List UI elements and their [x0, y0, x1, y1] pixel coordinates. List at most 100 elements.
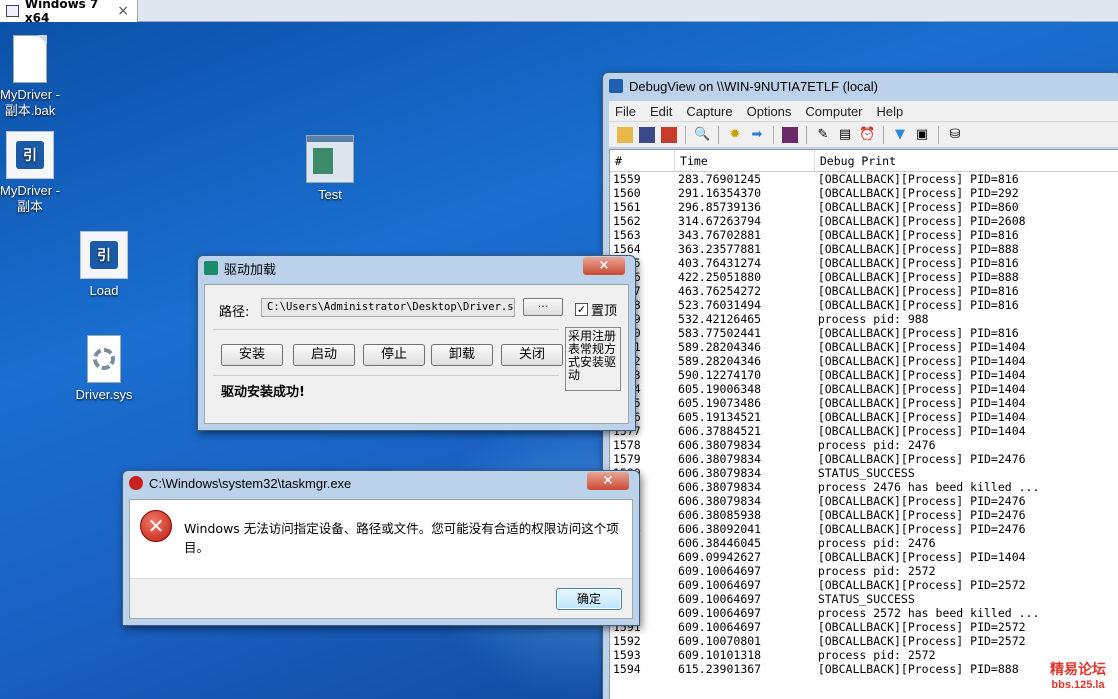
log-row[interactable]: 1580606.38079834STATUS_SUCCESS [610, 466, 1118, 480]
open-icon[interactable] [617, 126, 633, 143]
log-row[interactable]: 1578 606.38079834 process pid: 2476 [610, 438, 1118, 452]
start-button[interactable]: 启动 [293, 344, 355, 366]
save-icon[interactable] [639, 126, 655, 143]
log-row[interactable]: 1565403.76431274[OBCALLBACK][Process] PI… [610, 256, 1118, 270]
log-row[interactable]: 1577 606.37884521 [OBCALLBACK][Process] PI… [610, 424, 1118, 438]
column-header-debug-print[interactable]: Debug Print [815, 150, 1118, 171]
log-row[interactable]: 1564 363.23577881 [OBCALLBACK][Process] PI… [610, 242, 1118, 256]
history-icon[interactable]: ▤ [837, 127, 853, 143]
log-row[interactable]: 1576605.19134521[OBCALLBACK][Process] PI… [610, 410, 1118, 424]
log-row[interactable]: 1585606.38446045process pid: 2476 [610, 536, 1118, 550]
log-time: 606.38092041 [678, 522, 762, 536]
loader-app-icon [204, 261, 218, 275]
debugview-log-list[interactable]: # Time Debug Print 1559 283.76901245 [OBCA… [609, 149, 1118, 699]
log-number: 1593 [613, 648, 641, 662]
log-row[interactable]: 1586609.09942627[OBCALLBACK][Process] PI… [610, 550, 1118, 564]
log-row[interactable]: 1593 609.10101318 process pid: 2572 [610, 648, 1118, 662]
menu-file[interactable]: File [615, 104, 636, 119]
log-row[interactable]: 1569532.42126465process pid: 988 [610, 312, 1118, 326]
log-message: [OBCALLBACK][Process] PID=888 [817, 270, 1019, 284]
log-message: [OBCALLBACK][Process] PID=1404 [817, 368, 1026, 382]
desktop-icon-driver-sys[interactable]: Driver.sys [68, 335, 140, 403]
error-dialog-close-button[interactable]: × [587, 472, 629, 490]
log-row[interactable]: 1571589.28204346[OBCALLBACK][Process] PI… [610, 340, 1118, 354]
topmost-checkbox[interactable]: ✓ 置顶 [575, 300, 617, 319]
binoculars-icon[interactable]: ⛁ [947, 127, 963, 143]
menu-options[interactable]: Options [747, 104, 792, 119]
log-row[interactable]: 1568523.76031494[OBCALLBACK][Process] PI… [610, 298, 1118, 312]
forward-arrow-icon[interactable]: ➡ [749, 127, 765, 143]
log-row[interactable]: 1581606.38079834process 2476 has beed ki… [610, 480, 1118, 494]
uninstall-button[interactable]: 卸载 [431, 344, 493, 366]
log-row[interactable]: 1591 609.10064697 [OBCALLBACK][Process] PI… [610, 620, 1118, 634]
debugview-list-header: # Time Debug Print [610, 150, 1118, 172]
clock-icon[interactable]: ⏰ [859, 127, 875, 143]
clear-icon[interactable] [661, 126, 677, 143]
find-icon[interactable]: 🔍 [694, 127, 710, 143]
stop-button[interactable]: 停止 [363, 344, 425, 366]
log-row[interactable]: 1587609.10064697process pid: 2572 [610, 564, 1118, 578]
path-label: 路径: [219, 305, 250, 320]
log-row[interactable]: 1583606.38085938[OBCALLBACK][Process] PI… [610, 508, 1118, 522]
log-time: 589.28204346 [678, 354, 762, 368]
log-row[interactable]: 1561 296.85739136 [OBCALLBACK][Process] PI… [610, 200, 1118, 214]
desktop-icon-test[interactable]: Test [294, 135, 366, 203]
log-row[interactable]: 1570583.77502441[OBCALLBACK][Process] PI… [610, 326, 1118, 340]
log-number: 1578 [613, 438, 641, 452]
menu-capture[interactable]: Capture [686, 104, 732, 119]
menu-edit[interactable]: Edit [650, 104, 672, 119]
log-row[interactable]: 1590609.10064697process 2572 has beed ki… [610, 606, 1118, 620]
desktop-icon-load[interactable]: 引 Load [68, 231, 140, 299]
pin-icon[interactable]: ▣ [914, 127, 930, 143]
browse-button[interactable]: ··· [523, 298, 563, 316]
log-time: 605.19134521 [678, 410, 762, 424]
install-button[interactable]: 安装 [221, 344, 283, 366]
log-time: 606.38085938 [678, 508, 762, 522]
loader-close-button[interactable]: × [583, 257, 625, 275]
log-row[interactable]: 1562 314.67263794 [OBCALLBACK][Process] PI… [610, 214, 1118, 228]
log-message: process 2572 has beed killed ... [817, 606, 1040, 620]
log-row[interactable]: 1566422.25051880[OBCALLBACK][Process] PI… [610, 270, 1118, 284]
log-row[interactable]: 1574605.19006348[OBCALLBACK][Process] PI… [610, 382, 1118, 396]
log-row[interactable]: 1563 343.76702881 [OBCALLBACK][Process] PI… [610, 228, 1118, 242]
log-message: [OBCALLBACK][Process] PID=860 [817, 200, 1019, 214]
desktop-icon-mydriver-bak[interactable]: MyDriver - 副本.bak [0, 35, 66, 119]
log-row[interactable]: 1584606.38092041[OBCALLBACK][Process] PI… [610, 522, 1118, 536]
log-row[interactable]: 1572589.28204346[OBCALLBACK][Process] PI… [610, 354, 1118, 368]
menu-help[interactable]: Help [877, 104, 904, 119]
loader-titlebar[interactable]: 驱动加载 [198, 256, 635, 280]
vm-tab-close-icon[interactable]: × [117, 3, 129, 19]
log-message: [OBCALLBACK][Process] PID=292 [817, 186, 1019, 200]
menu-computer[interactable]: Computer [805, 104, 862, 119]
ok-button[interactable]: 确定 [556, 588, 622, 610]
filter-icon[interactable]: ✎ [815, 127, 831, 143]
column-header-number[interactable]: # [610, 150, 676, 171]
log-message: [OBCALLBACK][Process] PID=1404 [817, 424, 1026, 438]
log-row[interactable]: 1592 609.10070801 [OBCALLBACK][Process] PI… [610, 634, 1118, 648]
log-row[interactable]: 1567463.76254272[OBCALLBACK][Process] PI… [610, 284, 1118, 298]
log-row[interactable]: 1560 291.16354370 [OBCALLBACK][Process] PI… [610, 186, 1118, 200]
log-message: [OBCALLBACK][Process] PID=2476 [817, 452, 1026, 466]
log-row[interactable]: 1589609.10064697STATUS_SUCCESS [610, 592, 1118, 606]
desktop-icon-mydriver-copy[interactable]: 引 MyDriver - 副本 [0, 131, 66, 215]
install-method-note: 采用注册表常规方式安装驱动 [565, 327, 621, 391]
log-message: [OBCALLBACK][Process] PID=1404 [817, 382, 1026, 396]
log-row[interactable]: 1579 606.38079834 [OBCALLBACK][Process] PI… [610, 452, 1118, 466]
capture-kernel-icon[interactable] [782, 126, 798, 143]
log-time: 609.10064697 [678, 606, 762, 620]
path-input[interactable]: C:\Users\Administrator\Desktop\Driver.sy… [261, 298, 515, 317]
highlight-icon[interactable]: ▼ [892, 127, 908, 143]
capture-icon[interactable]: ✹ [727, 127, 743, 143]
error-dialog-titlebar[interactable]: C:\Windows\system32\taskmgr.exe [123, 471, 639, 495]
log-row[interactable]: 1559 283.76901245 [OBCALLBACK][Process] PI… [610, 172, 1118, 186]
log-row[interactable]: 1594 615.23901367 [OBCALLBACK][Process] PI… [610, 662, 1118, 676]
debugview-titlebar[interactable]: DebugView on \\WIN-9NUTIA7ETLF (local) [603, 73, 1118, 99]
vm-tab[interactable]: Windows 7 x64 × [0, 0, 138, 25]
debugview-toolbar: 🔍 ✹ ➡ ✎ ▤ ⏰ ▼ ▣ ⛁ [609, 121, 1118, 147]
log-row[interactable]: 1588609.10064697[OBCALLBACK][Process] PI… [610, 578, 1118, 592]
close-button[interactable]: 关闭 [501, 344, 563, 366]
log-row[interactable]: 1582606.38079834[OBCALLBACK][Process] PI… [610, 494, 1118, 508]
log-row[interactable]: 1575605.19073486[OBCALLBACK][Process] PI… [610, 396, 1118, 410]
column-header-time[interactable]: Time [675, 150, 815, 171]
log-row[interactable]: 1573590.12274170[OBCALLBACK][Process] PI… [610, 368, 1118, 382]
